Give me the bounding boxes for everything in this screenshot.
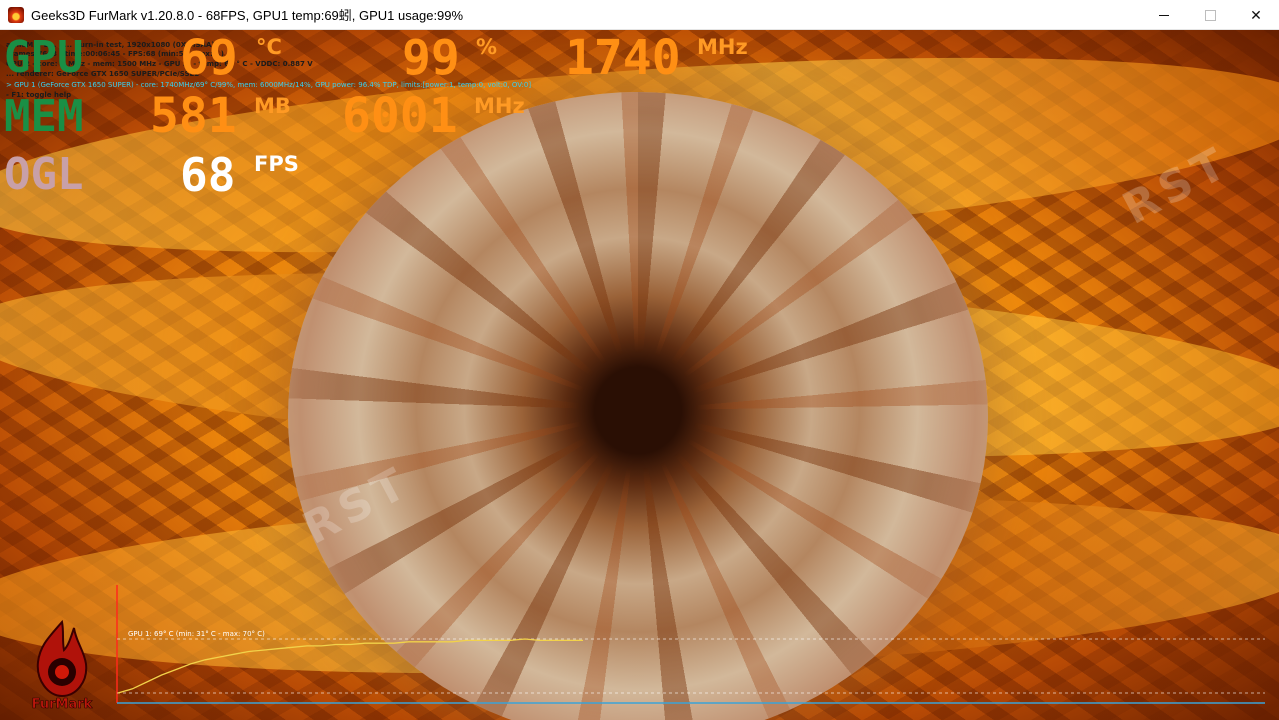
minimize-button[interactable] xyxy=(1141,0,1187,30)
furmark-flame-icon xyxy=(8,6,24,23)
mem-used-unit: MB xyxy=(254,94,291,118)
furmark-logo: FurMark xyxy=(31,619,93,712)
title-bar[interactable]: Geeks3D FurMark v1.20.8.0 - 68FPS, GPU1 … xyxy=(0,0,1279,30)
mem-clock-value: 6001 xyxy=(342,88,458,144)
ogl-label: OGL xyxy=(4,149,84,200)
minimize-icon xyxy=(1159,14,1169,16)
window-title: Geeks3D FurMark v1.20.8.0 - 68FPS, GPU1 … xyxy=(31,8,464,23)
temperature-graph xyxy=(116,585,1265,704)
mem-used-value: 581 xyxy=(150,88,237,144)
close-button[interactable]: ✕ xyxy=(1233,0,1279,30)
maximize-button[interactable] xyxy=(1187,0,1233,30)
gpu-usage-unit: % xyxy=(476,35,498,59)
gpu-clock-unit: MHz xyxy=(697,35,748,59)
maximize-icon xyxy=(1204,9,1216,21)
graph-series-line xyxy=(117,638,583,694)
furmark-window: Geeks3D FurMark v1.20.8.0 - 68FPS, GPU1 … xyxy=(0,0,1279,720)
gpu-temp-value: 69 xyxy=(180,30,238,86)
gpu-temp-unit: °C xyxy=(256,35,282,59)
fps-value: 68 xyxy=(180,148,236,202)
gpu-usage-value: 99 xyxy=(402,30,460,86)
logo-text: FurMark xyxy=(32,697,93,712)
graph-title: GPU 1: 69° C (min: 31° C - max: 70° C) xyxy=(128,630,265,638)
mem-label: MEM xyxy=(4,91,84,142)
gpu-clock-value: 1740 xyxy=(565,30,681,86)
mem-clock-unit: MHz xyxy=(474,94,525,118)
gpu-label: GPU xyxy=(4,32,84,83)
fps-unit: FPS xyxy=(254,152,299,176)
